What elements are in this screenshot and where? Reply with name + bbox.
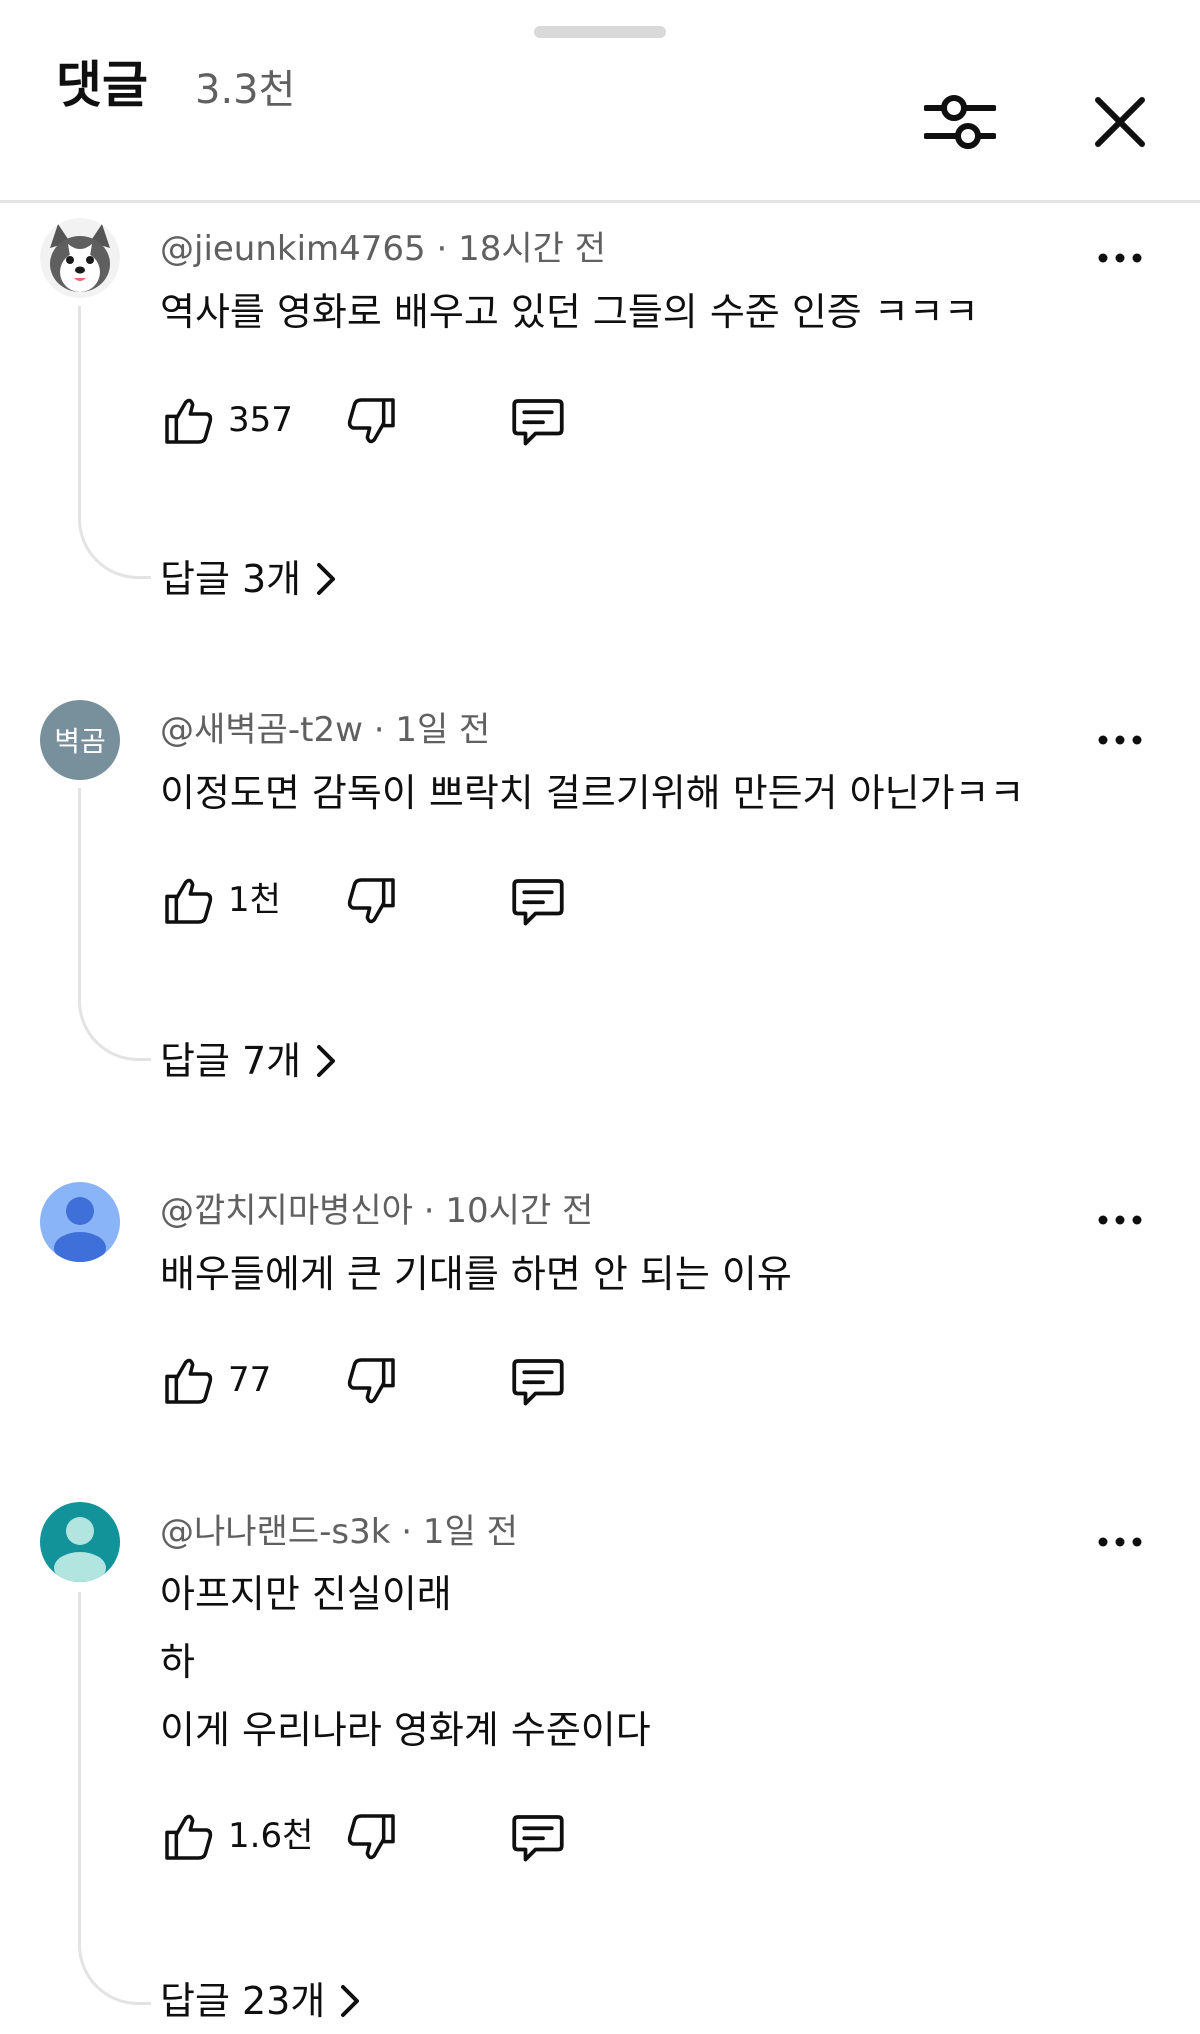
panel-title: 댓글: [56, 56, 148, 114]
reply-button[interactable]: [508, 386, 568, 456]
like-count: 1.6천: [228, 1816, 314, 1856]
avatar[interactable]: 벽곰: [40, 700, 120, 780]
comment-icon: [512, 1359, 564, 1406]
like-count: 77: [228, 1360, 272, 1400]
close-button[interactable]: [1078, 80, 1162, 164]
reply-button[interactable]: [508, 1802, 568, 1872]
like-button[interactable]: [160, 1346, 216, 1416]
more-options-button[interactable]: [1090, 1200, 1150, 1240]
comment-text: 역사를 영화로 배우고 있던 그들의 수준 인증 ㅋㅋㅋ: [160, 278, 979, 346]
view-replies-button[interactable]: 답글 23개: [160, 1982, 361, 2020]
avatar[interactable]: [40, 1182, 120, 1262]
comment-icon: [512, 879, 564, 926]
comment-line: 이정도면 감독이 쁘락치 걸르기위해 만든거 아닌가ㅋㅋ: [160, 771, 1025, 815]
replies-label: 답글 3개: [160, 557, 302, 601]
chevron-right-icon: [341, 1985, 360, 2017]
person-icon: [54, 1197, 106, 1262]
thumbs-down-icon: [347, 1814, 395, 1860]
person-icon: [54, 1517, 106, 1582]
comment-line: 배우들에게 큰 기대를 하면 안 되는 이유: [160, 1252, 792, 1296]
thumbs-up-icon: [165, 398, 213, 444]
thumbs-down-icon: [347, 878, 395, 924]
comments-sheet: 댓글 3.3천 @jieunkim4765 · 18시간 전 역사를 영화로 배…: [0, 0, 1200, 2034]
comment-time: · 1일 전: [373, 710, 491, 750]
chevron-right-icon: [317, 1045, 336, 1077]
comment-time: · 18시간 전: [436, 229, 607, 269]
comment-time: · 1일 전: [401, 1512, 518, 1552]
thumbs-up-icon: [165, 878, 213, 924]
replies-label: 답글 23개: [160, 1979, 326, 2023]
comment-time: · 10시간 전: [423, 1191, 594, 1231]
header-divider: [0, 200, 1200, 203]
like-button[interactable]: [160, 1802, 216, 1872]
comment-meta: @깝치지마병신아 · 10시간 전: [160, 1194, 593, 1228]
avatar[interactable]: [40, 1502, 120, 1582]
replies-label: 답글 7개: [160, 1039, 302, 1083]
thumbs-down-icon: [347, 398, 395, 444]
comment-line: 아프지만 진실이래: [160, 1572, 452, 1616]
comment-line: 역사를 영화로 배우고 있던 그들의 수준 인증 ㅋㅋㅋ: [160, 290, 979, 334]
author-handle[interactable]: @깝치지마병신아: [160, 1191, 413, 1231]
author-handle[interactable]: @jieunkim4765: [160, 229, 426, 269]
like-button[interactable]: [160, 866, 216, 936]
comment-actions: 1.6천: [150, 1802, 590, 1872]
thread-line: [78, 788, 151, 1061]
author-handle[interactable]: @새벽곰-t2w: [160, 710, 363, 750]
comment-line: 하: [160, 1640, 195, 1684]
comment-text: 이정도면 감독이 쁘락치 걸르기위해 만든거 아닌가ㅋㅋ: [160, 759, 1024, 827]
filter-button[interactable]: [918, 80, 1002, 164]
avatar-initials: 벽곰: [54, 725, 106, 758]
chevron-right-icon: [317, 563, 336, 595]
more-options-button[interactable]: [1090, 720, 1150, 760]
thumbs-up-icon: [165, 1814, 213, 1860]
like-count: 1천: [228, 880, 281, 920]
comment-meta: @새벽곰-t2w · 1일 전: [160, 713, 490, 747]
more-icon: [1098, 1215, 1142, 1225]
comment-line: 이게 우리나라 영화계 수준이다: [160, 1708, 651, 1752]
dislike-button[interactable]: [344, 1346, 400, 1416]
close-icon: [1095, 97, 1145, 147]
like-button[interactable]: [160, 386, 216, 456]
like-count: 357: [228, 400, 293, 440]
more-options-button[interactable]: [1090, 1522, 1150, 1562]
dislike-button[interactable]: [344, 1802, 400, 1872]
comment-icon: [512, 399, 564, 446]
more-options-button[interactable]: [1090, 238, 1150, 278]
thumbs-down-icon: [347, 1358, 395, 1404]
comment-count: 3.3천: [195, 67, 296, 113]
comment-text: 아프지만 진실이래 하 이게 우리나라 영화계 수준이다: [160, 1560, 651, 1764]
view-replies-button[interactable]: 답글 3개: [160, 560, 337, 598]
avatar[interactable]: [40, 218, 120, 298]
comment-meta: @나나랜드-s3k · 1일 전: [160, 1515, 518, 1549]
thumbs-up-icon: [165, 1358, 213, 1404]
dislike-button[interactable]: [344, 386, 400, 456]
comment-meta: @jieunkim4765 · 18시간 전: [160, 232, 606, 266]
sliders-icon: [924, 95, 996, 149]
dislike-button[interactable]: [344, 866, 400, 936]
thread-line: [78, 1592, 151, 2005]
more-icon: [1098, 1537, 1142, 1547]
husky-avatar-icon: [40, 218, 120, 298]
comment-actions: 357: [150, 386, 590, 456]
reply-button[interactable]: [508, 1346, 568, 1416]
comment-actions: 1천: [150, 866, 590, 936]
comment-text: 배우들에게 큰 기대를 하면 안 되는 이유: [160, 1240, 792, 1308]
thread-line: [78, 306, 151, 579]
drag-handle[interactable]: [534, 26, 666, 38]
comment-icon: [512, 1815, 564, 1862]
author-handle[interactable]: @나나랜드-s3k: [160, 1512, 390, 1552]
more-icon: [1098, 253, 1142, 263]
view-replies-button[interactable]: 답글 7개: [160, 1042, 337, 1080]
more-icon: [1098, 735, 1142, 745]
comment-actions: 77: [150, 1346, 590, 1416]
reply-button[interactable]: [508, 866, 568, 936]
